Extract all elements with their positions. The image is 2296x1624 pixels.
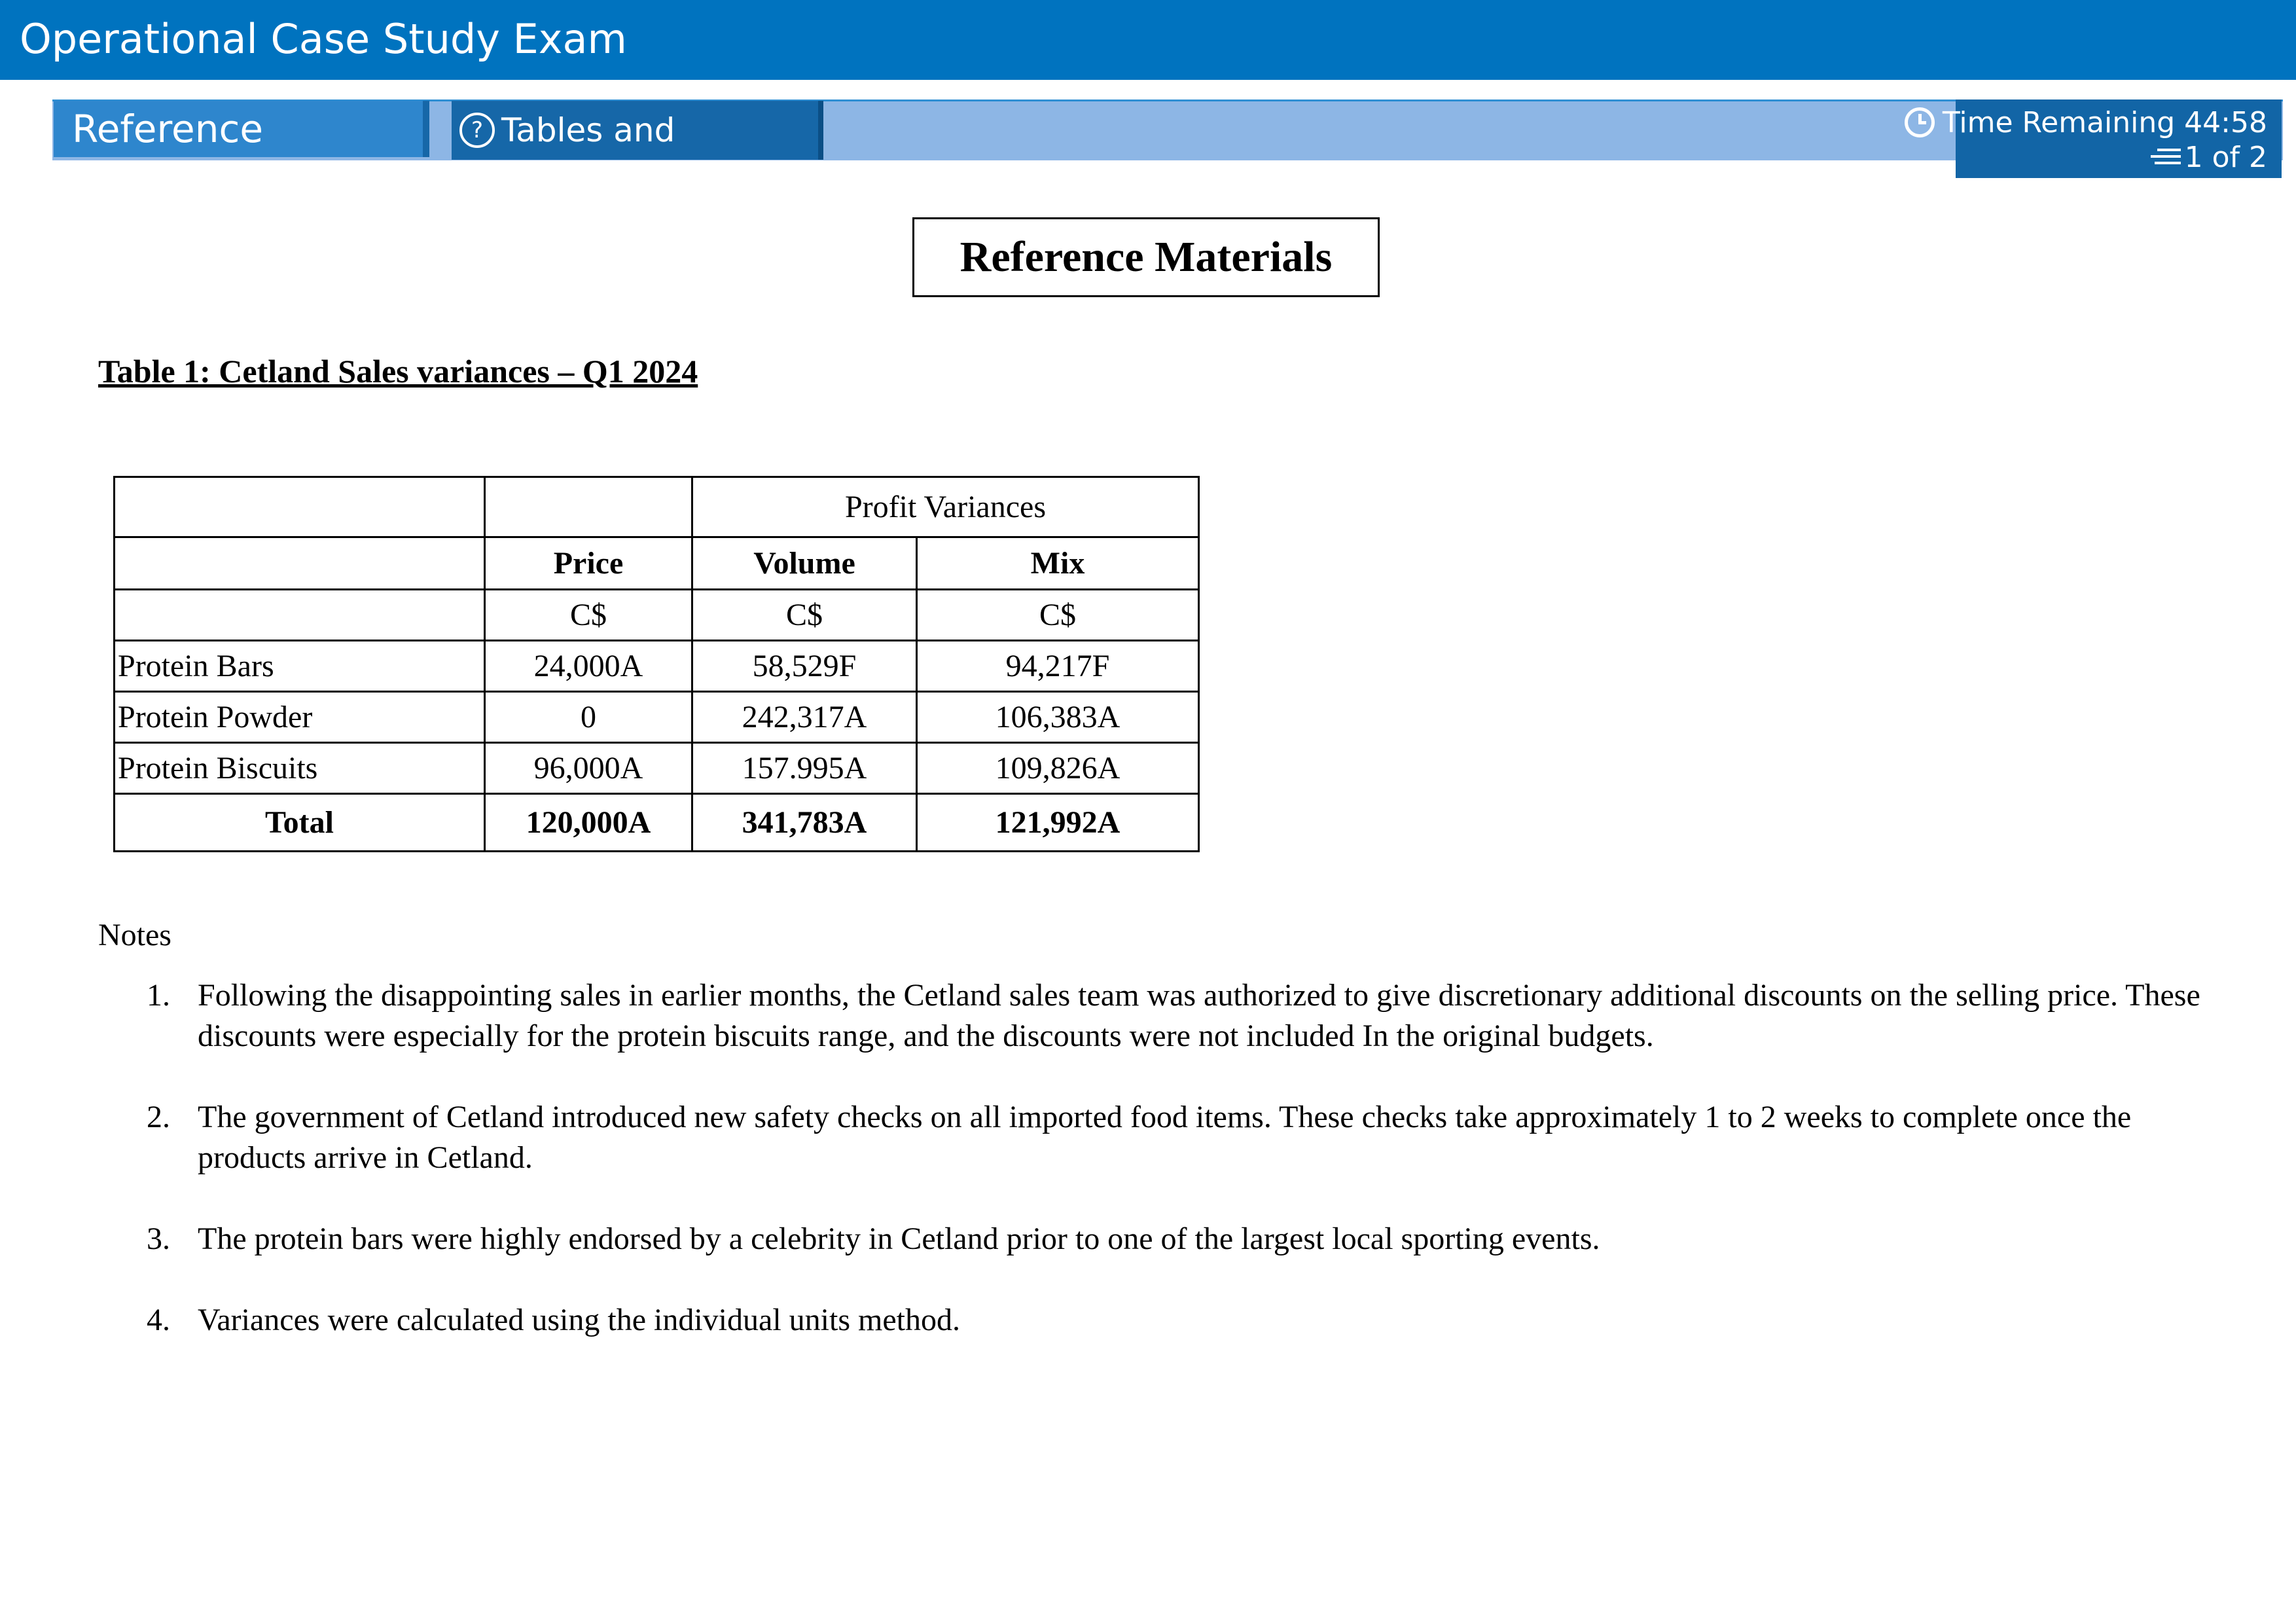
row-label: Protein Powder — [113, 691, 486, 744]
note-text: The government of Cetland introduced new… — [198, 1100, 2132, 1175]
list-item: 2. The government of Cetland introduced n… — [147, 1097, 2208, 1178]
variance-table: Profit Variances Price Volume Mix C$ C$ … — [113, 476, 1200, 852]
note-number: 2. — [147, 1100, 170, 1134]
table-row: Protein Powder 0 242,317A 106,383A — [113, 691, 1200, 744]
notes-list: 1. Following the disappointing sales in e… — [147, 975, 2208, 1381]
table-cell — [113, 476, 486, 538]
note-number: 3. — [147, 1221, 170, 1256]
table-title: Table 1: Cetland Sales variances – Q1 20… — [98, 353, 698, 389]
tab-tables-and-formulae[interactable]: ? Tables and Formulae — [452, 101, 823, 208]
table-total-row: Total 120,000A 341,783A 121,992A — [113, 793, 1200, 852]
table-cell: 106,383A — [916, 691, 1200, 744]
timer-row: Time Remaining 44:58 — [1904, 103, 2267, 143]
group-header: Profit Variances — [691, 476, 1200, 538]
table-cell: 96,000A — [484, 742, 693, 795]
row-label: Protein Bars — [113, 640, 486, 693]
list-item: 3. The protein bars were highly endorsed … — [147, 1219, 2208, 1259]
table-cell: 94,217F — [916, 640, 1200, 693]
total-label: Total — [113, 793, 486, 852]
note-number: 1. — [147, 978, 170, 1013]
table-row: Protein Biscuits 96,000A 157.995A 109,82… — [113, 742, 1200, 795]
total-cell: 120,000A — [484, 793, 693, 852]
table-cell: 157.995A — [691, 742, 918, 795]
question-circle-icon: ? — [459, 112, 495, 148]
total-cell: 121,992A — [916, 793, 1200, 852]
row-label: Protein Biscuits — [113, 742, 486, 795]
page-indicator-row[interactable]: 1 of 2 — [2150, 140, 2267, 175]
table-row: Protein Bars 24,000A 58,529F 94,217F — [113, 640, 1200, 693]
note-text: Variances were calculated using the indi… — [198, 1303, 960, 1337]
tab-reference-material[interactable]: Reference Material — [54, 101, 429, 208]
page-heading: Reference Materials — [912, 217, 1380, 297]
window-title: Operational Case Study Exam — [20, 15, 627, 63]
list-item: 4. Variances were calculated using the in… — [147, 1300, 2208, 1341]
note-number: 4. — [147, 1303, 170, 1337]
clock-icon — [1904, 107, 1935, 137]
table-cell — [113, 588, 486, 641]
column-header-mix: Mix — [916, 536, 1200, 590]
page-indicator: 1 of 2 — [2184, 141, 2267, 174]
note-text: The protein bars were highly endorsed by… — [198, 1221, 1600, 1256]
table-group-header-row: Profit Variances — [113, 476, 1200, 538]
list-item: 1. Following the disappointing sales in e… — [147, 975, 2208, 1056]
table-cell: 0 — [484, 691, 693, 744]
table-cell: 24,000A — [484, 640, 693, 693]
table-cell: 58,529F — [691, 640, 918, 693]
notes-label: Notes — [98, 918, 171, 952]
table-header-row: Price Volume Mix — [113, 536, 1200, 590]
time-remaining: Time Remaining 44:58 — [1942, 106, 2267, 139]
table-cell: 242,317A — [691, 691, 918, 744]
table-currency-row: C$ C$ C$ — [113, 588, 1200, 641]
currency-cell: C$ — [691, 588, 918, 641]
total-cell: 341,783A — [691, 793, 918, 852]
timer-panel: Time Remaining 44:58 1 of 2 — [1904, 99, 2282, 178]
note-text: Following the disappointing sales in ear… — [198, 978, 2200, 1053]
table-cell — [113, 536, 486, 590]
currency-cell: C$ — [484, 588, 693, 641]
table-cell: 109,826A — [916, 742, 1200, 795]
column-header-volume: Volume — [691, 536, 918, 590]
table-cell — [484, 476, 693, 538]
title-bar: Operational Case Study Exam — [0, 0, 2296, 80]
currency-cell: C$ — [916, 588, 1200, 641]
column-header-price: Price — [484, 536, 693, 590]
pages-icon — [2150, 146, 2181, 168]
